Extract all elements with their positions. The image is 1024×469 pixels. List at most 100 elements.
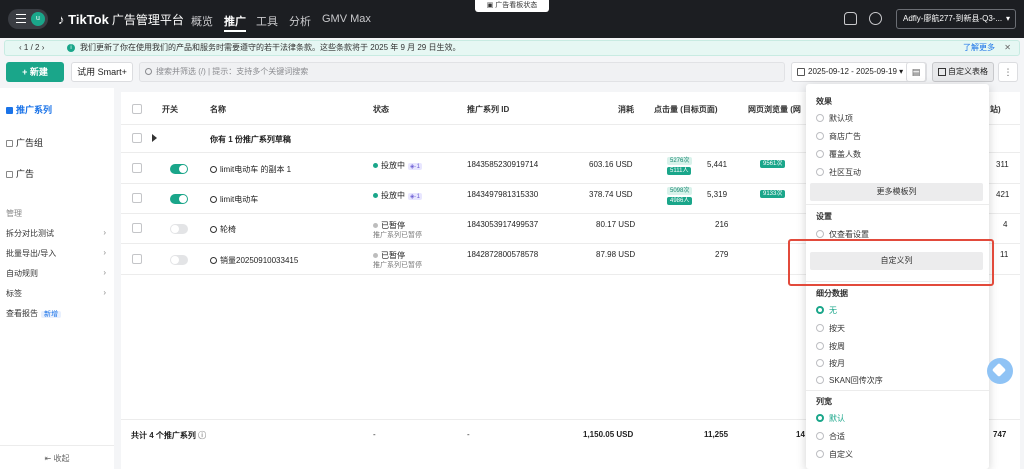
campaign-toggle[interactable] [170, 194, 188, 204]
option-breakdown-none[interactable]: 无 [816, 305, 837, 316]
campaign-toggle[interactable] [170, 224, 188, 234]
row-checkbox[interactable] [132, 254, 142, 264]
partial-value: 311 [996, 160, 1009, 169]
option-store-ads[interactable]: 商店广告 [816, 131, 861, 142]
assistant-fab-button[interactable] [987, 358, 1013, 384]
more-templates-button[interactable]: 更多模板列 [810, 183, 983, 201]
brand-logo[interactable]: ♪ TikTok 广告管理平台 [58, 11, 184, 28]
nav-tools[interactable]: 工具 [256, 13, 278, 29]
sidebar-item-adgroups[interactable]: 广告组 [6, 136, 43, 149]
col-header-campaign-id[interactable]: 推广系列 ID [467, 104, 509, 115]
campaign-type-icon [210, 196, 217, 203]
option-breakdown-skan[interactable]: SKAN回传次序 [816, 375, 883, 386]
annotation-highlight-box [788, 239, 994, 286]
avatar[interactable]: u [31, 12, 45, 26]
notice-text: 我们更新了你在使用我们的产品和服务时需要遵守的若干法律条款。这些条款将于 202… [80, 43, 461, 52]
sidebar-item-ads[interactable]: 广告 [6, 167, 34, 180]
col-header-status[interactable]: 状态 [373, 104, 389, 115]
radio-icon [816, 114, 824, 122]
clicks-value: 5,441 [707, 160, 728, 169]
row-checkbox[interactable] [132, 133, 142, 143]
chevron-right-icon: › [103, 248, 106, 257]
section-column-width: 列宽 [816, 397, 832, 406]
search-icon [145, 68, 152, 75]
campaign-id: 1843053917499537 [467, 220, 539, 229]
nav-campaign[interactable]: 推广 [224, 13, 246, 32]
option-breakdown-month[interactable]: 按月 [816, 358, 845, 369]
bell-icon[interactable] [844, 12, 857, 25]
col-header-switch[interactable]: 开关 [162, 104, 178, 115]
option-breakdown-week[interactable]: 按周 [816, 341, 845, 352]
sidebar-link-bulk-export[interactable]: 批量导出/导入 › [6, 248, 106, 259]
col-header-partial[interactable]: 站) [990, 104, 1001, 115]
account-selector[interactable]: Adfly-廖航277-到新县-Q3-... ▾ [896, 9, 1016, 29]
option-width-custom[interactable]: 自定义 [816, 449, 853, 460]
sidebar-item-campaigns[interactable]: 推广系列 [6, 103, 52, 116]
col-header-name[interactable]: 名称 [210, 104, 226, 115]
option-engagement[interactable]: 社区互动 [816, 167, 861, 178]
divider [806, 390, 989, 391]
spend-value: 87.98 USD [596, 250, 636, 259]
radio-icon [816, 324, 824, 332]
radio-icon [816, 230, 824, 238]
close-icon[interactable]: ✕ [1004, 41, 1011, 55]
status-subtext: 推广系列已暂停 [373, 262, 422, 269]
radio-icon [816, 150, 824, 158]
menu-button[interactable]: u [8, 9, 48, 29]
totals-page-views: 14 [796, 430, 805, 439]
campaign-type-icon [210, 166, 217, 173]
brand-subtitle: 广告管理平台 [111, 13, 184, 27]
learn-more-link[interactable]: 了解更多 [963, 41, 995, 55]
row-checkbox[interactable] [132, 193, 142, 203]
nav-gmv-max[interactable]: GMV Max [322, 13, 371, 25]
clicks-count-chip: 5276次 [667, 157, 693, 165]
sidebar-collapse-button[interactable]: ⇤ 收起 [0, 445, 114, 464]
notice-banner: ‹ 1 / 2 › i 我们更新了你在使用我们的产品和服务时需要遵守的若干法律条… [4, 40, 1020, 56]
campaign-name[interactable]: limit电动车 [210, 194, 258, 205]
version-badge: ◈·1 [408, 193, 422, 200]
campaign-toggle[interactable] [170, 164, 188, 174]
option-default[interactable]: 默认项 [816, 113, 853, 124]
campaign-toggle[interactable] [170, 255, 188, 265]
select-all-checkbox[interactable] [132, 104, 142, 114]
sidebar-link-auto-rules[interactable]: 自动规则 › [6, 268, 106, 279]
nav-analytics[interactable]: 分析 [289, 13, 311, 29]
more-options-button[interactable]: ⋮ [998, 62, 1018, 82]
draft-row-label[interactable]: 你有 1 份推广系列草稿 [210, 134, 291, 145]
help-icon[interactable] [869, 12, 882, 25]
dashboard-status-pill[interactable]: ▣ 广告看板状态 [475, 0, 549, 12]
col-header-spend[interactable]: 消耗 [618, 104, 634, 115]
campaign-id: 1843585230919714 [467, 160, 539, 169]
radio-selected-icon [816, 414, 824, 422]
notice-pager[interactable]: ‹ 1 / 2 › [19, 41, 44, 55]
partial-value: 4 [1003, 220, 1008, 229]
option-reach[interactable]: 覆盖人数 [816, 149, 861, 160]
campaign-name[interactable]: limit电动车 的副本 1 [210, 164, 291, 175]
sidebar-link-tags[interactable]: 标签 › [6, 288, 106, 299]
caret-right-icon[interactable] [152, 134, 157, 142]
clicks-value: 216 [715, 220, 729, 229]
option-breakdown-day[interactable]: 按天 [816, 323, 845, 334]
clicks-count-chip: 5098次 [667, 187, 693, 195]
try-smart-plus-button[interactable]: 试用 Smart+ [71, 62, 133, 82]
row-checkbox[interactable] [132, 163, 142, 173]
option-width-fit[interactable]: 合适 [816, 431, 845, 442]
search-input[interactable]: 搜索并筛选 (/) | 提示：支持多个关键词搜索 [139, 62, 785, 82]
row-checkbox[interactable] [132, 223, 142, 233]
campaign-name[interactable]: 销量20250910033415 [210, 255, 298, 266]
top-nav-bar: u ♪ TikTok 广告管理平台 概览 推广 工具 分析 GMV Max ▣ 广… [0, 0, 1024, 38]
ad-icon [6, 171, 13, 178]
col-header-clicks[interactable]: 点击量 (目标页面) [654, 104, 718, 115]
sidebar-link-split-test[interactable]: 拆分对比测试 › [6, 228, 106, 239]
spend-value: 603.16 USD [589, 160, 633, 169]
campaign-name[interactable]: 轮椅 [210, 224, 236, 235]
status-dot-icon [373, 163, 378, 168]
col-header-page-views[interactable]: 网页浏览量 (网 [748, 104, 801, 115]
chart-toggle-button[interactable]: ▤ [906, 62, 926, 82]
option-width-default[interactable]: 默认 [816, 413, 845, 424]
chevron-down-icon: ▾ [1005, 14, 1010, 23]
sidebar-link-reports[interactable]: 查看报告 新增 [6, 308, 106, 319]
custom-table-button[interactable]: 自定义表格 [932, 62, 994, 82]
nav-overview[interactable]: 概览 [191, 13, 213, 29]
create-button[interactable]: + 新建 [6, 62, 64, 82]
